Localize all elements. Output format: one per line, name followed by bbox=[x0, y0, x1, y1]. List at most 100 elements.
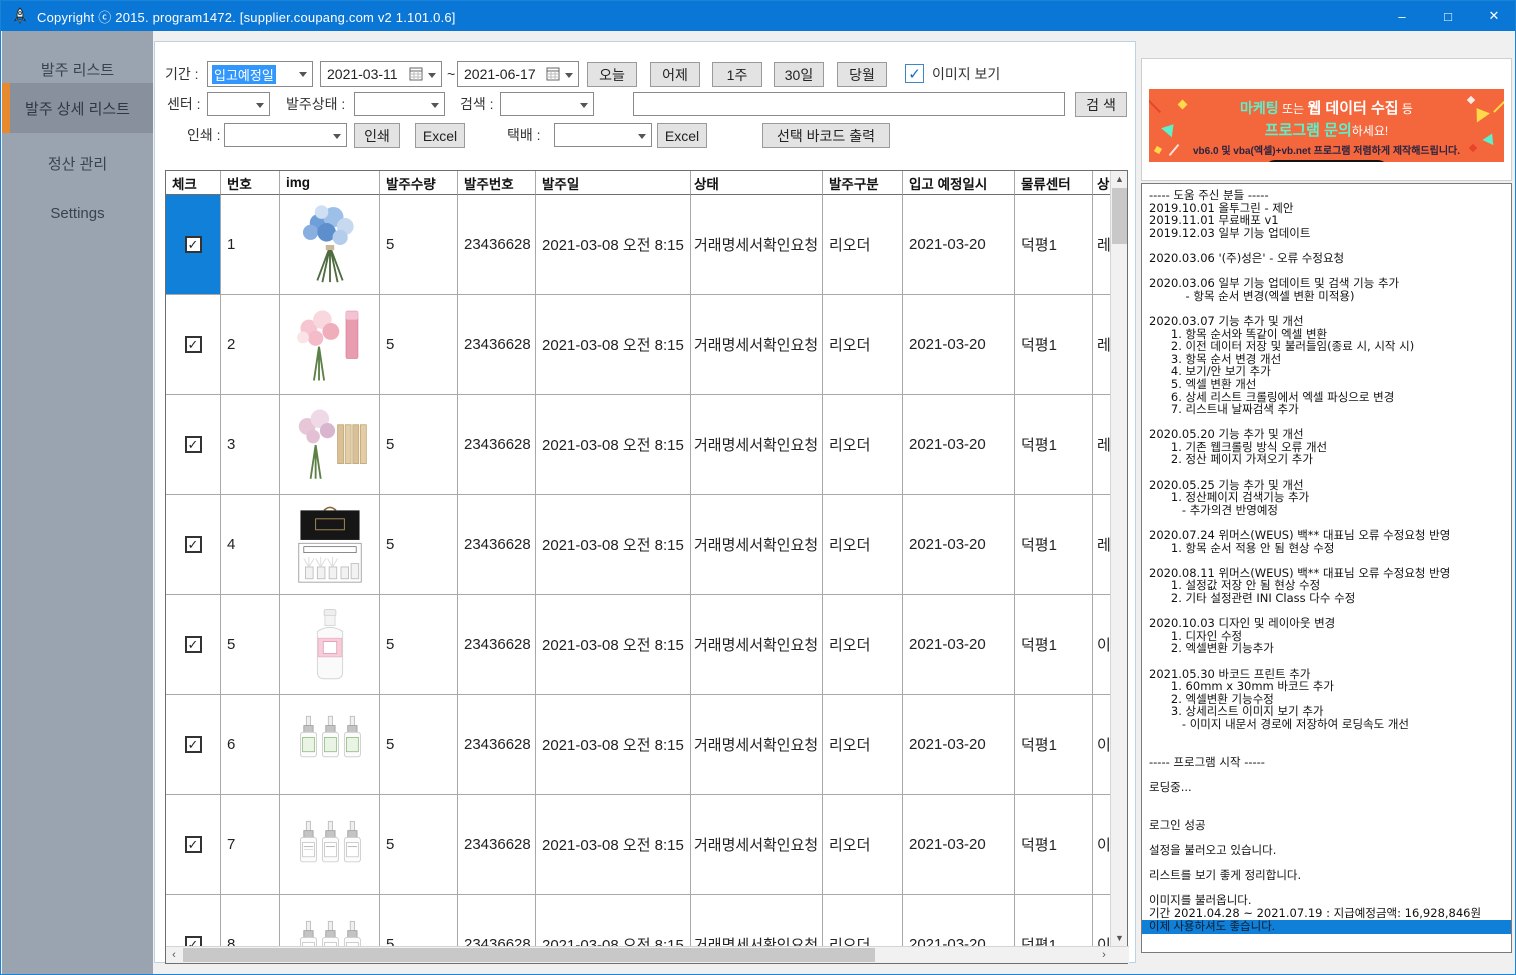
today-button[interactable]: 오늘 bbox=[587, 62, 637, 87]
column-header-order-kind[interactable]: 발주구분 bbox=[823, 171, 903, 195]
column-header-img[interactable]: img bbox=[280, 171, 380, 195]
column-header-check[interactable]: 체크 bbox=[166, 171, 221, 195]
yesterday-button[interactable]: 어제 bbox=[650, 62, 700, 87]
date-from-picker[interactable]: 2021-03-11 bbox=[320, 61, 442, 87]
table-header-row: 체크 번호 img 발주수량 발주번호 발주일 상태 발주구분 입고 예정일시 … bbox=[166, 171, 1110, 195]
date-range-tilde: ~ bbox=[447, 66, 455, 82]
order-no-cell: 23436628 bbox=[458, 395, 536, 495]
order-qty-cell: 5 bbox=[380, 295, 458, 395]
table-row[interactable]: ✓ 5 5 23436628 2021-03-08 오전 8:15 거래명세서확… bbox=[166, 595, 1110, 695]
maximize-button[interactable]: □ bbox=[1425, 1, 1471, 31]
column-header-center[interactable]: 물류센터 bbox=[1015, 171, 1093, 195]
status-cell: 거래명세서확인요청 bbox=[691, 795, 823, 895]
order-no-cell: 23436628 bbox=[458, 195, 536, 295]
product-name-cell: 레 bbox=[1093, 495, 1110, 595]
sidebar-item-settings[interactable]: Settings bbox=[2, 193, 153, 233]
row-checkbox[interactable]: ✓ bbox=[185, 436, 202, 453]
horizontal-scrollbar[interactable]: ‹ › bbox=[166, 946, 1129, 963]
search-button[interactable]: 검 색 bbox=[1075, 92, 1127, 117]
horizontal-scroll-thumb[interactable] bbox=[183, 948, 875, 962]
scroll-right-icon[interactable]: › bbox=[1096, 947, 1112, 963]
order-date-cell: 2021-03-08 오전 8:15 bbox=[536, 395, 691, 495]
order-qty-cell: 5 bbox=[380, 895, 458, 946]
order-status-combobox[interactable] bbox=[354, 92, 445, 116]
order-no-cell: 23436628 bbox=[458, 695, 536, 795]
table-row[interactable]: ✓ 1 5 23436628 2021-03-08 오전 8:15 거래명세서확… bbox=[166, 195, 1110, 295]
scroll-left-icon[interactable]: ‹ bbox=[166, 947, 182, 963]
column-header-due-date[interactable]: 입고 예정일시 bbox=[903, 171, 1015, 195]
table-row[interactable]: ✓ 7 5 23436628 2021-03-08 오전 8:15 거래명세서확… bbox=[166, 795, 1110, 895]
excel-button-1[interactable]: Excel bbox=[415, 123, 465, 148]
search-type-combobox[interactable] bbox=[500, 92, 594, 116]
row-checkbox-cell[interactable]: ✓ bbox=[166, 395, 221, 495]
status-cell: 거래명세서확인요청 bbox=[691, 295, 823, 395]
column-header-status[interactable]: 상태 bbox=[691, 171, 823, 195]
row-checkbox-cell[interactable]: ✓ bbox=[166, 595, 221, 695]
table-row[interactable]: ✓ 4 5 23436628 2021-03-08 오전 8:15 거래명세서확… bbox=[166, 495, 1110, 595]
banner-contact-pill: 문의 - 카톡 : vbnvba bbox=[1265, 160, 1388, 162]
barcode-print-button[interactable]: 선택 바코드 출력 bbox=[762, 123, 890, 148]
print-combobox[interactable] bbox=[224, 123, 347, 147]
excel-button-2[interactable]: Excel bbox=[657, 123, 707, 148]
order-date-cell: 2021-03-08 오전 8:15 bbox=[536, 495, 691, 595]
vertical-scroll-thumb[interactable] bbox=[1112, 188, 1127, 244]
row-checkbox[interactable]: ✓ bbox=[185, 336, 202, 353]
row-checkbox-cell[interactable]: ✓ bbox=[166, 195, 221, 295]
date-to-picker[interactable]: 2021-06-17 bbox=[457, 61, 579, 87]
row-checkbox[interactable]: ✓ bbox=[185, 636, 202, 653]
column-header-number[interactable]: 번호 bbox=[221, 171, 280, 195]
scroll-up-icon[interactable]: ▲ bbox=[1111, 171, 1128, 187]
column-header-order-date[interactable]: 발주일 bbox=[536, 171, 691, 195]
row-checkbox[interactable]: ✓ bbox=[185, 236, 202, 253]
order-date-cell: 2021-03-08 오전 8:15 bbox=[536, 795, 691, 895]
one-week-button[interactable]: 1주 bbox=[712, 62, 762, 87]
vertical-scrollbar[interactable]: ▲ ▼ bbox=[1110, 171, 1127, 946]
log-text: ----- 도움 주신 분들 ----- 2019.10.01 올투그린 - 제… bbox=[1142, 184, 1511, 919]
column-header-order-qty[interactable]: 발주수량 bbox=[380, 171, 458, 195]
log-panel[interactable]: ----- 도움 주신 분들 ----- 2019.10.01 올투그린 - 제… bbox=[1141, 183, 1512, 953]
minimize-button[interactable]: – bbox=[1379, 1, 1425, 31]
center-combobox[interactable] bbox=[207, 92, 270, 116]
check-icon: ✓ bbox=[188, 437, 199, 453]
check-icon: ✓ bbox=[188, 337, 199, 353]
table-row[interactable]: ✓ 3 5 23436628 2021-03-08 오전 8:15 거래명세서확… bbox=[166, 395, 1110, 495]
scroll-down-icon[interactable]: ▼ bbox=[1111, 930, 1128, 946]
image-view-checkbox[interactable]: ✓ bbox=[905, 64, 924, 83]
window-controls: – □ ✕ bbox=[1379, 1, 1516, 31]
search-input[interactable] bbox=[633, 92, 1065, 116]
print-button[interactable]: 인쇄 bbox=[354, 123, 400, 148]
period-type-combobox[interactable]: 입고예정일 bbox=[207, 61, 313, 87]
current-month-button[interactable]: 당월 bbox=[837, 62, 887, 87]
table-row[interactable]: ✓ 8 5 23436628 2021-03-08 오전 8:15 거래명세서확… bbox=[166, 895, 1110, 946]
check-icon: ✓ bbox=[188, 937, 199, 947]
order-no-cell: 23436628 bbox=[458, 595, 536, 695]
ad-banner[interactable]: 마케팅 또는 웹 데이터 수집 등 프로그램 문의하세요! vb6.0 및 vb… bbox=[1149, 89, 1504, 162]
right-panel: 마케팅 또는 웹 데이터 수집 등 프로그램 문의하세요! vb6.0 및 vb… bbox=[1138, 31, 1516, 963]
row-checkbox-cell[interactable]: ✓ bbox=[166, 895, 221, 946]
row-checkbox-cell[interactable]: ✓ bbox=[166, 295, 221, 395]
check-icon: ✓ bbox=[188, 837, 199, 853]
status-cell: 거래명세서확인요청 bbox=[691, 895, 823, 946]
row-checkbox[interactable]: ✓ bbox=[185, 836, 202, 853]
thirty-days-button[interactable]: 30일 bbox=[774, 62, 824, 87]
order-status-label: 발주상태 : bbox=[286, 91, 345, 117]
row-checkbox[interactable]: ✓ bbox=[185, 536, 202, 553]
row-checkbox-cell[interactable]: ✓ bbox=[166, 495, 221, 595]
row-checkbox[interactable]: ✓ bbox=[185, 736, 202, 753]
table-row[interactable]: ✓ 2 5 23436628 2021-03-08 오전 8:15 거래명세서확… bbox=[166, 295, 1110, 395]
row-checkbox-cell[interactable]: ✓ bbox=[166, 695, 221, 795]
column-header-order-no[interactable]: 발주번호 bbox=[458, 171, 536, 195]
order-qty-cell: 5 bbox=[380, 795, 458, 895]
row-checkbox[interactable]: ✓ bbox=[185, 936, 202, 946]
sidebar-item-settlement[interactable]: 정산 관리 bbox=[2, 143, 153, 183]
courier-combobox[interactable] bbox=[554, 123, 652, 147]
sidebar-item-order-detail-list[interactable]: 발주 상세 리스트 bbox=[2, 83, 153, 133]
close-button[interactable]: ✕ bbox=[1471, 1, 1516, 31]
product-name-cell: 레 bbox=[1093, 395, 1110, 495]
column-header-product[interactable]: 상 bbox=[1093, 171, 1110, 195]
chevron-down-icon bbox=[431, 103, 439, 108]
table-row[interactable]: ✓ 6 5 23436628 2021-03-08 오전 8:15 거래명세서확… bbox=[166, 695, 1110, 795]
row-checkbox-cell[interactable]: ✓ bbox=[166, 795, 221, 895]
row-number-cell: 7 bbox=[221, 795, 280, 895]
chevron-down-icon bbox=[299, 72, 307, 77]
